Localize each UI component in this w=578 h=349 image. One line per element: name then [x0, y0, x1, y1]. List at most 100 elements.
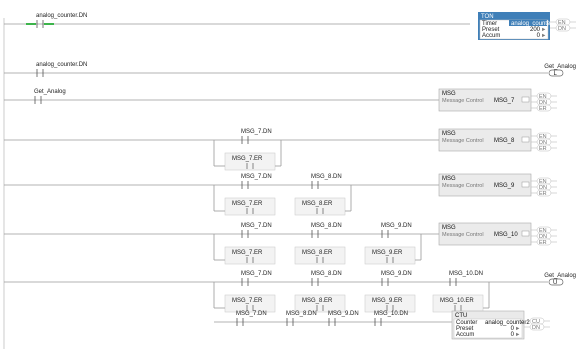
msg-instruction[interactable]: MSGMessage Control MSG_9ENDNER — [438, 173, 557, 197]
coil-tag: Get_Analog — [544, 273, 576, 279]
rung-5: MSG_7.DN MSG_7.ER MSG_8.DN MSG_8.ER MSG_9.DN… — [4, 222, 557, 265]
branch-contact[interactable]: MSG_8.ER — [294, 197, 346, 216]
value-arrow-icon: ► — [541, 33, 546, 39]
msg-instruction[interactable]: MSGMessage Control MSG_7ENDNER — [438, 88, 557, 112]
branch-contact[interactable]: MSG_9.ER — [364, 246, 416, 265]
ellipsis-button-icon[interactable] — [521, 230, 530, 237]
contact-tag: MSG_10.DN — [374, 311, 408, 317]
message-control-label: Message Control — [442, 98, 484, 104]
message-tag[interactable]: MSG_7 — [494, 98, 515, 104]
ellipsis-button-icon[interactable] — [521, 96, 530, 103]
branch-contact-tag: MSG_7.ER — [232, 201, 263, 207]
branch-contact-tag: MSG_9.ER — [372, 298, 403, 304]
contact-tag: MSG_8.DN — [311, 223, 342, 229]
contact[interactable]: Get_Analog — [34, 89, 66, 104]
branch-contact-tag: MSG_7.ER — [232, 298, 263, 304]
contact-tag: MSG_10.DN — [449, 271, 483, 277]
instruction-type: CTU — [455, 313, 467, 319]
branch-contact[interactable]: MSG_7.ER — [224, 246, 276, 265]
branch-contact-tag: MSG_8.ER — [302, 298, 333, 304]
instruction-type: TON — [481, 14, 494, 20]
contact[interactable]: MSG_9.DN — [381, 271, 412, 286]
branch-contact[interactable]: MSG_10.ER — [432, 294, 484, 313]
message-tag[interactable]: MSG_8 — [494, 138, 515, 144]
branch-contact-tag: MSG_10.ER — [440, 298, 474, 304]
rung-4: MSG_7.DN MSG_7.ER MSG_8.DN MSG_8.ER MSGMessa… — [4, 173, 557, 216]
contact[interactable]: MSG_10.DN — [449, 271, 483, 286]
contact-tag: MSG_9.DN — [381, 271, 412, 277]
output-dn-label: DN — [532, 325, 540, 331]
ellipsis-button-icon[interactable] — [521, 181, 530, 188]
contact-tag: analog_counter.DN — [36, 13, 87, 19]
coil-tag: Get_Analog — [544, 64, 576, 70]
contact[interactable]: MSG_8.DN — [286, 311, 317, 326]
rung-6: MSG_7.DN MSG_7.ER MSG_8.DN MSG_8.ER MSG_9.DN… — [4, 271, 576, 313]
param-accum-label: Accum — [482, 33, 500, 39]
output-dn-label: DN — [558, 26, 566, 32]
output-er-label: ER — [539, 146, 547, 152]
ellipsis-button-icon[interactable] — [521, 136, 530, 143]
output-er-label: ER — [539, 240, 547, 246]
coil-type: U — [553, 280, 557, 286]
ctu-instruction[interactable]: CTUCounter analog_counter2Preset 0 ►Accum 0 ►… — [451, 310, 550, 340]
contact[interactable]: MSG_7.DN — [241, 174, 272, 189]
contact[interactable]: MSG_9.DN — [328, 311, 359, 326]
branch-contact-tag: MSG_7.ER — [232, 250, 263, 256]
msg-instruction[interactable]: MSGMessage Control MSG_8ENDNER — [438, 128, 557, 152]
branch-contact[interactable]: MSG_8.ER — [294, 246, 346, 265]
branch-contact[interactable]: MSG_9.ER — [364, 294, 416, 313]
rung-3: MSG_7.DN MSG_7.ER MSGMessage Control MSG_8 E… — [4, 128, 557, 171]
rung-7: MSG_7.DN MSG_8.DN MSG_9.DN MSG_10.DN CTUCoun… — [214, 310, 550, 340]
contact-tag: Get_Analog — [34, 89, 66, 95]
output-er-label: ER — [539, 191, 547, 197]
contact-tag: MSG_7.DN — [236, 311, 267, 317]
branch-contact-tag: MSG_7.ER — [232, 156, 263, 162]
branch-contact[interactable]: MSG_8.ER — [294, 294, 346, 313]
contact[interactable]: MSG_7.DN — [241, 129, 272, 144]
contact[interactable]: MSG_8.DN — [311, 223, 342, 238]
contact[interactable]: analog_counter.DN — [36, 62, 87, 77]
rung-2: Get_Analog MSGMessage Control MSG_7ENDNER — [4, 88, 557, 112]
message-tag[interactable]: MSG_10 — [494, 232, 518, 238]
message-control-label: Message Control — [442, 232, 484, 238]
message-tag[interactable]: MSG_9 — [494, 183, 515, 189]
output-er-label: ER — [539, 106, 547, 112]
rung-1: analog_counter.DN Get_AnalogL — [4, 62, 576, 77]
output-coil-unlatch[interactable]: Get_AnalogU — [544, 273, 576, 286]
value-arrow-icon: ► — [515, 332, 520, 338]
rung-0: analog_counter.DN TONTimer analog_counterP… — [4, 12, 576, 40]
msg-instruction[interactable]: MSGMessage Control MSG_10ENDNER — [438, 222, 557, 246]
ton-instruction[interactable]: TONTimer analog_counterPreset 200 ►Accum 0 ►E… — [478, 12, 576, 40]
contact-tag: MSG_7.DN — [241, 174, 272, 180]
contact-tag: MSG_7.DN — [241, 129, 272, 135]
branch-contact-tag: MSG_8.ER — [302, 250, 333, 256]
contact[interactable]: MSG_10.DN — [374, 311, 408, 326]
branch-contact[interactable]: MSG_7.ER — [224, 197, 276, 216]
contact[interactable]: MSG_8.DN — [311, 174, 342, 189]
instruction-type: MSG — [442, 176, 456, 182]
contact-tag: MSG_8.DN — [286, 311, 317, 317]
output-coil-latch[interactable]: Get_AnalogL — [544, 64, 576, 77]
branch-contact-tag: MSG_8.ER — [302, 201, 333, 207]
contact-tag: MSG_9.DN — [381, 223, 412, 229]
branch-contact[interactable]: MSG_7.ER — [224, 152, 276, 171]
contact-tag: analog_counter.DN — [36, 62, 87, 68]
instruction-type: MSG — [442, 225, 456, 231]
contact[interactable]: MSG_8.DN — [311, 271, 342, 286]
contact[interactable]: MSG_7.DN — [241, 271, 272, 286]
contact[interactable]: MSG_7.DN — [241, 223, 272, 238]
branch-contact-tag: MSG_9.ER — [372, 250, 403, 256]
contact-tag: MSG_9.DN — [328, 311, 359, 317]
message-control-label: Message Control — [442, 183, 484, 189]
contact-tag: MSG_7.DN — [241, 271, 272, 277]
branch-contact[interactable]: MSG_7.ER — [224, 294, 276, 313]
contact[interactable]: analog_counter.DN — [26, 13, 87, 28]
param-counter-value[interactable]: analog_counter2 — [485, 320, 530, 326]
instruction-type: MSG — [442, 131, 456, 137]
contact-tag: MSG_8.DN — [311, 174, 342, 180]
message-control-label: Message Control — [442, 138, 484, 144]
contact[interactable]: MSG_9.DN — [381, 223, 412, 238]
contact[interactable]: MSG_7.DN — [236, 311, 267, 326]
param-accum-label: Accum — [456, 332, 474, 338]
instruction-type: MSG — [442, 91, 456, 97]
